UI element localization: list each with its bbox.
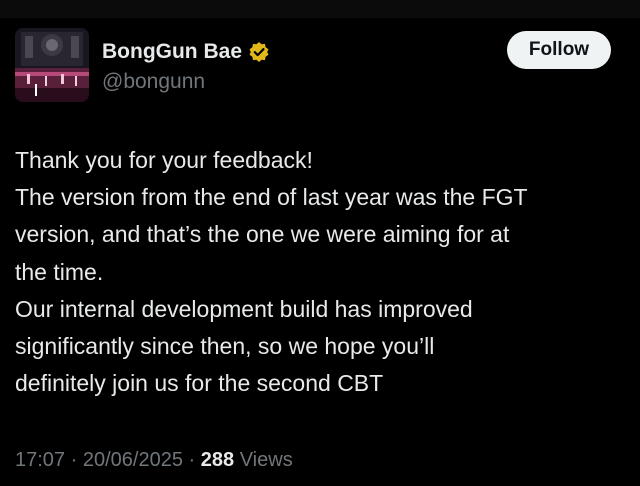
tweet-line: The version from the end of last year wa… [15, 184, 528, 211]
top-strip [0, 0, 640, 18]
author-name-row: BongGun Bae [102, 38, 270, 66]
tweet-line: Our internal development build has impro… [15, 295, 473, 322]
verified-badge-icon [248, 41, 270, 63]
tweet-line: the time. [15, 258, 104, 285]
tweet-meta: 17:07 · 20/06/2025 · 288 Views [15, 449, 293, 472]
tweet-date[interactable]: 20/06/2025 [83, 449, 183, 471]
views-count[interactable]: 288 [201, 449, 234, 471]
avatar[interactable] [15, 28, 89, 102]
tweet-line: Thank you for your feedback! [15, 147, 313, 173]
tweet-line: significantly since then, so we hope you… [15, 333, 435, 360]
author-handle[interactable]: @bongunn [102, 70, 205, 94]
tweet-text: Thank you for your feedback! The version… [15, 142, 635, 402]
views-label: Views [239, 449, 293, 471]
author-display-name[interactable]: BongGun Bae [102, 40, 242, 64]
meta-separator: · [70, 449, 78, 471]
tweet-time[interactable]: 17:07 [15, 449, 65, 471]
avatar-stage-image [15, 28, 89, 102]
meta-separator: · [188, 449, 196, 471]
tweet-line: definitely join us for the second CBT [15, 370, 384, 397]
tweet-page: BongGun Bae @bongunn Follow Thank you fo… [0, 0, 640, 486]
follow-button[interactable]: Follow [507, 31, 611, 69]
tweet-line: version, and that’s the one we were aimi… [15, 221, 510, 248]
